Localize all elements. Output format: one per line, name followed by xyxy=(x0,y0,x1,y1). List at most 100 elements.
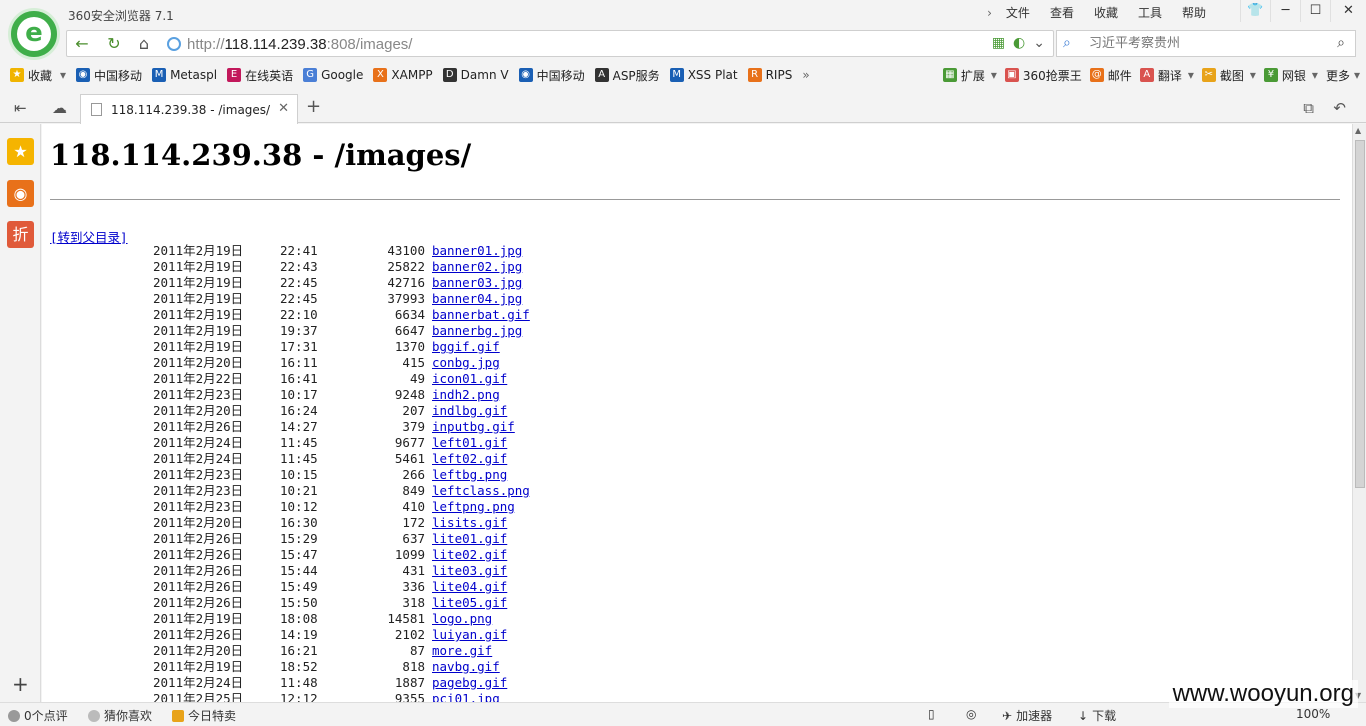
file-link[interactable]: leftpng.png xyxy=(432,499,515,515)
minimize-button[interactable]: ─ xyxy=(1270,0,1300,22)
search-box[interactable]: ⌕ ⌕ xyxy=(1056,30,1356,57)
cloud-icon[interactable]: ☁ xyxy=(52,99,67,117)
menu-file[interactable]: 文件 xyxy=(996,5,1040,21)
file-link[interactable]: lisits.gif xyxy=(432,515,507,531)
file-link[interactable]: luiyan.gif xyxy=(432,627,507,643)
file-link[interactable]: lite03.gif xyxy=(432,563,507,579)
menu-tools[interactable]: 工具 xyxy=(1128,5,1172,21)
search-icon[interactable]: ⌕ xyxy=(1337,35,1345,51)
chevron-down-icon[interactable]: ▾ xyxy=(60,68,66,82)
scroll-up-icon[interactable]: ▲ xyxy=(1355,126,1361,135)
downloads-button[interactable]: ↓ 下载 xyxy=(1078,707,1116,724)
tab-list-icon[interactable]: ⇤ xyxy=(14,99,27,117)
bookmark-metasploit[interactable]: M Metaspl xyxy=(152,68,217,82)
bookmark-favorites[interactable]: ★ 收藏 ▾ xyxy=(10,67,66,84)
file-link[interactable]: leftclass.png xyxy=(432,483,530,499)
bookmark-asp-service[interactable]: A ASP服务 xyxy=(594,67,660,84)
add-sidebar-item-icon[interactable]: + xyxy=(12,672,29,696)
home-icon[interactable]: ⌂ xyxy=(133,34,155,54)
file-link[interactable]: pci01.jpg xyxy=(432,691,500,702)
chevron-down-icon[interactable]: ▾ xyxy=(991,68,997,82)
scroll-thumb[interactable] xyxy=(1355,140,1365,488)
file-link[interactable]: banner03.jpg xyxy=(432,275,522,291)
bookmark-google[interactable]: G Google xyxy=(303,68,363,82)
guess-you-like-button[interactable]: 猜你喜欢 xyxy=(88,707,152,724)
bookmark-online-english[interactable]: E 在线英语 xyxy=(227,67,293,84)
search-engine-icon[interactable]: ⌕ xyxy=(1063,35,1071,51)
file-link[interactable]: banner02.jpg xyxy=(432,259,522,275)
today-deals-button[interactable]: 今日特卖 xyxy=(172,707,236,724)
discount-icon[interactable]: 折 xyxy=(7,221,34,248)
file-link[interactable]: lite01.gif xyxy=(432,531,507,547)
undo-close-icon[interactable]: ↶ xyxy=(1333,99,1346,117)
menu-favorites[interactable]: 收藏 xyxy=(1084,5,1128,21)
file-link[interactable]: left02.gif xyxy=(432,451,507,467)
file-link[interactable]: navbg.gif xyxy=(432,659,500,675)
file-link[interactable]: banner04.jpg xyxy=(432,291,522,307)
extensions-button[interactable]: ▦ 扩展 ▾ xyxy=(942,67,997,84)
bookmark-rips[interactable]: R RIPS xyxy=(747,68,792,82)
new-tab-button[interactable]: + xyxy=(306,96,321,117)
bookmark-xss-platform[interactable]: M XSS Plat xyxy=(669,68,738,82)
address-bar[interactable]: ← ↻ ⌂ http://118.114.239.38:808/images/ … xyxy=(66,30,1054,57)
file-link[interactable]: inputbg.gif xyxy=(432,419,515,435)
back-icon[interactable]: ← xyxy=(71,34,93,54)
menu-view[interactable]: 查看 xyxy=(1040,5,1084,21)
zoom-level[interactable]: 100% xyxy=(1296,707,1330,721)
file-link[interactable]: pagebg.gif xyxy=(432,675,507,691)
mobile-icon[interactable]: ▯ xyxy=(928,707,935,721)
dropdown-icon[interactable]: ⌄ xyxy=(1033,35,1045,51)
skin-button[interactable]: 👕 xyxy=(1240,0,1270,22)
file-link[interactable]: bannerbat.gif xyxy=(432,307,530,323)
weibo-icon[interactable]: ◉ xyxy=(7,180,34,207)
accelerator-button[interactable]: ✈ 加速器 xyxy=(1002,707,1052,724)
menu-help[interactable]: 帮助 xyxy=(1172,5,1216,21)
netbank-button[interactable]: ¥ 网银 ▾ xyxy=(1263,67,1318,84)
file-link[interactable]: bggif.gif xyxy=(432,339,500,355)
tab-close-icon[interactable]: ✕ xyxy=(278,101,289,116)
file-link[interactable]: conbg.jpg xyxy=(432,355,500,371)
search-input[interactable] xyxy=(1089,36,1309,51)
file-link[interactable]: lite04.gif xyxy=(432,579,507,595)
maximize-button[interactable]: ☐ xyxy=(1300,0,1330,22)
file-link[interactable]: leftbg.png xyxy=(432,467,507,483)
favorites-star-icon[interactable]: ★ xyxy=(7,138,34,165)
file-link[interactable]: lite02.gif xyxy=(432,547,507,563)
file-link[interactable]: left01.gif xyxy=(432,435,507,451)
file-link[interactable]: icon01.gif xyxy=(432,371,507,387)
qr-code-icon[interactable]: ▦ xyxy=(992,35,1005,51)
bookmarks-more-button[interactable]: » xyxy=(802,68,809,82)
vertical-scrollbar[interactable]: ▲ ▼ xyxy=(1352,124,1366,702)
close-button[interactable]: ✕ xyxy=(1330,0,1366,22)
compat-mode-icon[interactable]: ◐ xyxy=(1013,35,1025,51)
file-link[interactable]: logo.png xyxy=(432,611,492,627)
parent-directory-link[interactable]: [转到父目录] xyxy=(50,227,128,246)
menu-expand-icon[interactable]: › xyxy=(977,5,996,21)
chevron-down-icon[interactable]: ▾ xyxy=(1250,68,1256,82)
refresh-icon[interactable]: ↻ xyxy=(103,34,125,54)
chevron-down-icon[interactable]: ▾ xyxy=(1188,68,1194,82)
bookmark-xampp[interactable]: X XAMPP xyxy=(373,68,433,82)
ticket-button[interactable]: ▣ 360抢票王 xyxy=(1004,67,1082,84)
translate-button[interactable]: A 翻译 ▾ xyxy=(1139,67,1194,84)
tab-restore-icon[interactable]: ⧉ xyxy=(1303,99,1314,117)
url-text[interactable]: http://118.114.239.38:808/images/ xyxy=(187,36,412,53)
bookmark-dvwa[interactable]: D Damn V xyxy=(442,68,509,82)
file-link[interactable]: bannerbg.jpg xyxy=(432,323,522,339)
bookmark-china-mobile-2[interactable]: ◉ 中国移动 xyxy=(518,67,585,84)
screenshot-button[interactable]: ✂ 截图 ▾ xyxy=(1201,67,1256,84)
file-link[interactable]: banner01.jpg xyxy=(432,243,522,259)
browser-logo[interactable]: e xyxy=(8,8,60,60)
tab-active[interactable]: 118.114.239.38 - /images/ ✕ xyxy=(80,94,298,124)
mail-button[interactable]: @ 邮件 xyxy=(1089,67,1132,84)
chevron-down-icon[interactable]: ▾ xyxy=(1354,68,1360,82)
file-link[interactable]: lite05.gif xyxy=(432,595,507,611)
file-link[interactable]: more.gif xyxy=(432,643,492,659)
file-link[interactable]: indlbg.gif xyxy=(432,403,507,419)
comments-button[interactable]: 0个点评 xyxy=(8,707,68,724)
chevron-down-icon[interactable]: ▾ xyxy=(1312,68,1318,82)
file-link[interactable]: indh2.png xyxy=(432,387,500,403)
more-button[interactable]: 更多 ▾ xyxy=(1326,67,1360,84)
security-icon[interactable]: ◎ xyxy=(966,707,976,721)
page-info-icon[interactable] xyxy=(167,37,181,51)
